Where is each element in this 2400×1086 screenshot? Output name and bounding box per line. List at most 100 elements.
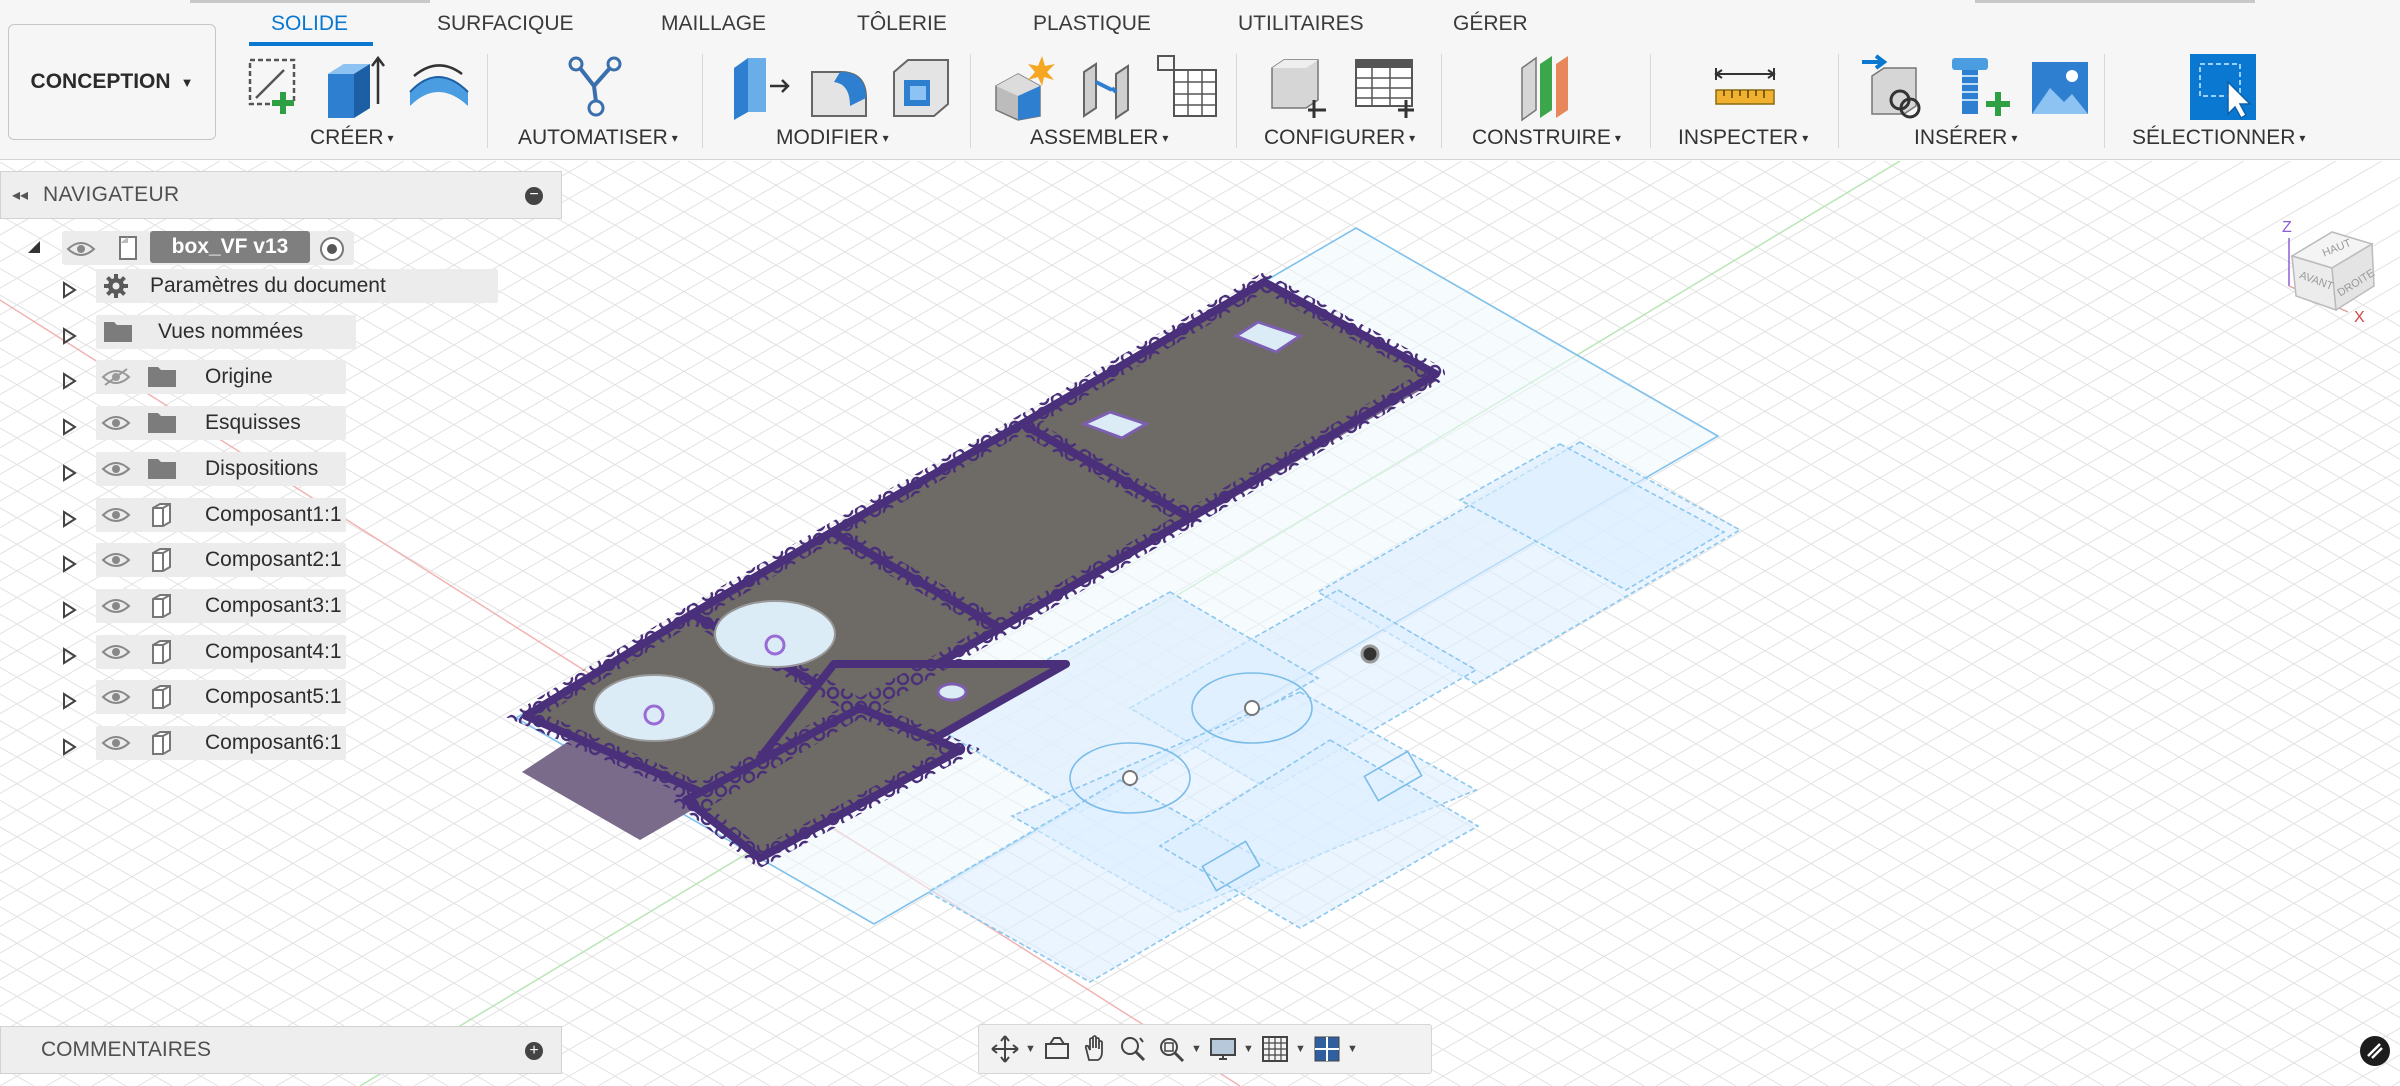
eye-icon[interactable] xyxy=(101,642,131,662)
tab-solide[interactable]: SOLIDE xyxy=(271,12,348,36)
group-creer[interactable]: CRÉER ▾ xyxy=(310,126,394,150)
measure-icon[interactable] xyxy=(1710,52,1780,122)
expand-triangle-icon[interactable] xyxy=(60,362,78,400)
document-icon xyxy=(119,236,137,260)
automate-icon[interactable] xyxy=(562,52,632,122)
look-at-icon[interactable] xyxy=(1039,1031,1075,1067)
expand-triangle-icon[interactable] xyxy=(60,271,78,309)
configure-icon[interactable] xyxy=(1264,52,1334,122)
caret-down-icon[interactable]: ▼ xyxy=(1243,1043,1257,1055)
caret-down-icon[interactable]: ▼ xyxy=(1347,1043,1361,1055)
gear-icon xyxy=(102,272,130,305)
group-selectionner[interactable]: SÉLECTIONNER ▾ xyxy=(2132,126,2305,150)
tree-item-label: Paramètres du document xyxy=(150,274,386,297)
eye-icon[interactable] xyxy=(101,550,131,570)
comments-title: COMMENTAIRES xyxy=(41,1038,211,1061)
group-configurer[interactable]: CONFIGURER ▾ xyxy=(1264,126,1415,150)
component-icon xyxy=(146,546,174,579)
eye-icon[interactable] xyxy=(101,733,131,753)
minimize-icon[interactable]: − xyxy=(525,187,543,205)
tree-item-label: Composant3:1 xyxy=(205,594,342,617)
caret-down-icon: ▾ xyxy=(1162,131,1169,145)
configuration-table-icon[interactable] xyxy=(1350,52,1420,122)
expand-triangle-icon[interactable] xyxy=(60,682,78,720)
component-icon xyxy=(146,638,174,671)
select-icon[interactable] xyxy=(2188,52,2258,122)
tab-tolerie[interactable]: TÔLERIE xyxy=(857,12,947,36)
root-document-name[interactable]: box_VF v13 xyxy=(150,231,310,263)
component-table-icon[interactable] xyxy=(1152,52,1222,122)
eye-hidden-icon[interactable] xyxy=(101,367,131,387)
component-icon xyxy=(146,729,174,762)
tree-item-label: Composant4:1 xyxy=(205,640,342,663)
chevron-down-icon: ▼ xyxy=(180,74,194,90)
expand-triangle-icon[interactable] xyxy=(60,545,78,583)
new-component-icon[interactable] xyxy=(990,52,1060,122)
eye-icon[interactable] xyxy=(101,459,131,479)
view-cube[interactable]: Z X HAUT AVANT DROITE xyxy=(2260,186,2400,326)
eye-icon[interactable] xyxy=(66,239,96,259)
tree-item-label: Composant6:1 xyxy=(205,731,342,754)
extrude-icon[interactable] xyxy=(318,52,388,122)
eye-icon[interactable] xyxy=(101,413,131,433)
component-icon xyxy=(146,501,174,534)
group-construire[interactable]: CONSTRUIRE ▾ xyxy=(1472,126,1621,150)
revolve-icon[interactable] xyxy=(404,52,474,122)
eye-icon[interactable] xyxy=(101,505,131,525)
press-pull-icon[interactable] xyxy=(726,52,796,122)
z-axis-label: Z xyxy=(2282,219,2292,236)
insert-derive-icon[interactable] xyxy=(1858,52,1928,122)
expand-triangle-icon[interactable] xyxy=(60,408,78,446)
joint-icon[interactable] xyxy=(1072,52,1142,122)
tree-item-label: Composant5:1 xyxy=(205,685,342,708)
folder-icon xyxy=(146,409,178,440)
expand-triangle-icon[interactable] xyxy=(60,637,78,675)
fillet-icon[interactable] xyxy=(804,52,874,122)
group-automatiser[interactable]: AUTOMATISER ▾ xyxy=(518,126,678,150)
create-sketch-icon[interactable] xyxy=(242,52,312,122)
expand-triangle-icon[interactable] xyxy=(60,500,78,538)
navigation-bar: ▼ ▼ ▼ ▼ ▼ xyxy=(978,1024,1432,1074)
eye-icon[interactable] xyxy=(101,687,131,707)
caret-down-icon[interactable]: ▼ xyxy=(1191,1043,1205,1055)
tab-gerer[interactable]: GÉRER xyxy=(1453,12,1528,36)
workspace-switcher[interactable]: CONCEPTION ▼ xyxy=(8,24,216,140)
pan-icon[interactable] xyxy=(1077,1031,1113,1067)
zoom-icon[interactable] xyxy=(1115,1031,1151,1067)
radio-active-icon[interactable] xyxy=(318,235,346,263)
caret-down-icon: ▾ xyxy=(671,131,678,145)
component-icon xyxy=(146,683,174,716)
tab-maillage[interactable]: MAILLAGE xyxy=(661,12,766,36)
add-comment-icon[interactable]: + xyxy=(525,1042,543,1060)
expand-triangle-icon[interactable] xyxy=(60,591,78,629)
tab-utilitaires[interactable]: UTILITAIRES xyxy=(1238,12,1364,36)
component-icon xyxy=(146,592,174,625)
expand-triangle-icon[interactable] xyxy=(60,454,78,492)
orbit-icon[interactable] xyxy=(987,1031,1023,1067)
group-inspecter[interactable]: INSPECTER ▾ xyxy=(1678,126,1808,150)
caret-down-icon[interactable]: ▼ xyxy=(1025,1043,1039,1055)
display-settings-icon[interactable] xyxy=(1205,1031,1241,1067)
expand-triangle-icon[interactable] xyxy=(60,728,78,766)
tab-surfacique[interactable]: SURFACIQUE xyxy=(437,12,574,36)
caret-down-icon: ▾ xyxy=(2011,131,2018,145)
expand-triangle-icon[interactable] xyxy=(60,317,78,355)
folder-icon xyxy=(102,318,134,349)
tree-item-label: Esquisses xyxy=(205,411,301,434)
fit-icon[interactable] xyxy=(1153,1031,1189,1067)
insert-image-icon[interactable] xyxy=(2026,52,2096,122)
group-inserer[interactable]: INSÉRER ▾ xyxy=(1914,126,2017,150)
tab-plastique[interactable]: PLASTIQUE xyxy=(1033,12,1151,36)
group-assembler[interactable]: ASSEMBLER ▾ xyxy=(1030,126,1168,150)
construct-plane-icon[interactable] xyxy=(1514,52,1584,122)
shell-icon[interactable] xyxy=(886,52,956,122)
grid-settings-icon[interactable] xyxy=(1257,1031,1293,1067)
group-modifier[interactable]: MODIFIER ▾ xyxy=(776,126,889,150)
eye-icon[interactable] xyxy=(101,596,131,616)
caret-down-icon[interactable]: ▼ xyxy=(1295,1043,1309,1055)
ai-assistant-icon[interactable] xyxy=(2360,1036,2390,1066)
expanded-triangle-icon[interactable] xyxy=(26,239,42,255)
viewports-icon[interactable] xyxy=(1309,1031,1345,1067)
collapse-panel-icon[interactable]: ◂◂ xyxy=(5,185,35,205)
insert-fastener-icon[interactable] xyxy=(1942,52,2012,122)
